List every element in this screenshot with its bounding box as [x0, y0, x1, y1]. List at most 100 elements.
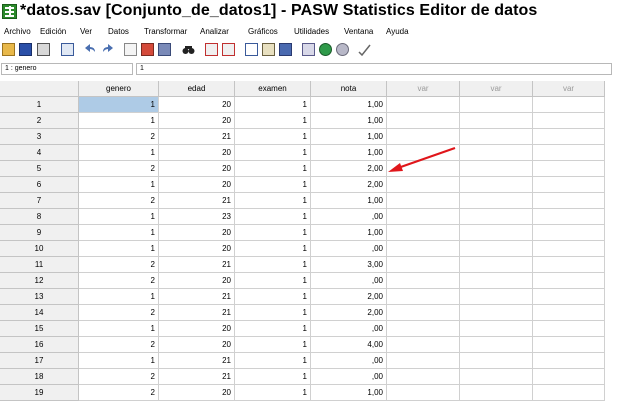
grid-cell[interactable]: ,00 [311, 209, 387, 225]
grid-cell[interactable]: 2 [79, 257, 159, 273]
grid-cell[interactable] [387, 369, 460, 385]
grid-cell[interactable]: 2 [79, 385, 159, 401]
grid-cell[interactable] [460, 113, 533, 129]
grid-cell[interactable]: 20 [159, 337, 235, 353]
grid-cell[interactable] [460, 177, 533, 193]
grid-cell[interactable] [460, 305, 533, 321]
grid-cell[interactable] [460, 129, 533, 145]
grid-cell[interactable] [460, 337, 533, 353]
grid-cell[interactable]: 2 [79, 193, 159, 209]
menu-utilidades[interactable]: Utilidades [294, 27, 329, 36]
col-header-genero[interactable]: genero [79, 81, 159, 97]
grid-cell[interactable]: 1 [235, 337, 311, 353]
grid-cell[interactable] [533, 177, 605, 193]
grid-cell[interactable]: 20 [159, 177, 235, 193]
grid-cell[interactable]: ,00 [311, 353, 387, 369]
menu-ventana[interactable]: Ventana [344, 27, 373, 36]
grid-cell[interactable] [460, 369, 533, 385]
grid-cell[interactable] [387, 273, 460, 289]
grid-cell[interactable]: ,00 [311, 369, 387, 385]
grid-cell[interactable] [533, 113, 605, 129]
grid-cell[interactable]: 21 [159, 129, 235, 145]
grid-cell[interactable] [387, 385, 460, 401]
row-header[interactable]: 8 [0, 209, 79, 225]
grid-cell[interactable]: 21 [159, 289, 235, 305]
goto-case-icon[interactable] [124, 43, 137, 56]
grid-cell[interactable] [387, 209, 460, 225]
weight-cases-icon[interactable] [262, 43, 275, 56]
row-header[interactable]: 18 [0, 369, 79, 385]
grid-cell[interactable] [533, 289, 605, 305]
grid-cell[interactable]: ,00 [311, 273, 387, 289]
grid-cell[interactable]: 1 [235, 241, 311, 257]
col-header-var-2[interactable]: var [460, 81, 533, 97]
grid-cell[interactable] [460, 97, 533, 113]
grid-cell[interactable] [533, 385, 605, 401]
grid-cell[interactable]: 2,00 [311, 177, 387, 193]
row-header[interactable]: 19 [0, 385, 79, 401]
grid-cell[interactable] [533, 145, 605, 161]
grid-cell[interactable]: 1 [235, 257, 311, 273]
grid-cell[interactable]: 20 [159, 385, 235, 401]
grid-cell[interactable]: 1,00 [311, 225, 387, 241]
grid-cell[interactable]: 1 [235, 273, 311, 289]
grid-cell[interactable] [533, 321, 605, 337]
grid-cell[interactable] [460, 289, 533, 305]
grid-cell[interactable] [460, 385, 533, 401]
grid-cell[interactable]: 1 [235, 225, 311, 241]
menu-datos[interactable]: Datos [108, 27, 129, 36]
row-header[interactable]: 3 [0, 129, 79, 145]
grid-cell[interactable] [460, 257, 533, 273]
grid-cell[interactable] [533, 337, 605, 353]
dialog-recall-icon[interactable] [61, 43, 74, 56]
grid-cell[interactable] [460, 353, 533, 369]
grid-cell[interactable] [460, 241, 533, 257]
row-header[interactable]: 9 [0, 225, 79, 241]
show-all-variables-icon[interactable] [336, 43, 349, 56]
grid-cell[interactable] [533, 97, 605, 113]
grid-cell[interactable]: 1 [235, 97, 311, 113]
grid-cell[interactable]: 1 [79, 353, 159, 369]
col-header-nota[interactable]: nota [311, 81, 387, 97]
redo-icon[interactable] [101, 43, 114, 56]
grid-cell[interactable]: 20 [159, 225, 235, 241]
grid-cell[interactable] [533, 305, 605, 321]
menu-transformar[interactable]: Transformar [144, 27, 187, 36]
goto-variable-icon[interactable] [141, 43, 154, 56]
row-header[interactable]: 12 [0, 273, 79, 289]
grid-cell[interactable]: 1 [79, 177, 159, 193]
grid-cell[interactable] [460, 321, 533, 337]
grid-corner[interactable] [0, 81, 79, 97]
row-header[interactable]: 16 [0, 337, 79, 353]
grid-cell[interactable] [387, 113, 460, 129]
grid-cell[interactable]: 21 [159, 353, 235, 369]
row-header[interactable]: 14 [0, 305, 79, 321]
col-header-examen[interactable]: examen [235, 81, 311, 97]
grid-cell[interactable]: 1 [235, 289, 311, 305]
grid-cell[interactable]: 21 [159, 369, 235, 385]
grid-cell[interactable]: 2,00 [311, 161, 387, 177]
grid-cell[interactable] [387, 241, 460, 257]
grid-cell[interactable]: 20 [159, 241, 235, 257]
grid-cell[interactable]: 4,00 [311, 337, 387, 353]
grid-cell[interactable] [533, 225, 605, 241]
menu-ayuda[interactable]: Ayuda [386, 27, 409, 36]
grid-cell[interactable] [460, 273, 533, 289]
grid-cell[interactable] [460, 145, 533, 161]
grid-cell[interactable]: 20 [159, 113, 235, 129]
grid-cell[interactable]: 20 [159, 97, 235, 113]
split-file-icon[interactable] [245, 43, 258, 56]
grid-cell[interactable] [533, 369, 605, 385]
grid-cell[interactable]: 1 [235, 305, 311, 321]
variables-icon[interactable] [158, 43, 171, 56]
grid-cell[interactable] [533, 241, 605, 257]
grid-cell[interactable] [387, 289, 460, 305]
grid-cell[interactable]: 1,00 [311, 97, 387, 113]
find-icon[interactable] [182, 43, 195, 56]
grid-cell[interactable] [533, 353, 605, 369]
grid-cell[interactable]: 2 [79, 129, 159, 145]
grid-cell[interactable]: 1,00 [311, 129, 387, 145]
grid-cell[interactable]: 21 [159, 305, 235, 321]
row-header[interactable]: 2 [0, 113, 79, 129]
grid-cell[interactable] [387, 193, 460, 209]
